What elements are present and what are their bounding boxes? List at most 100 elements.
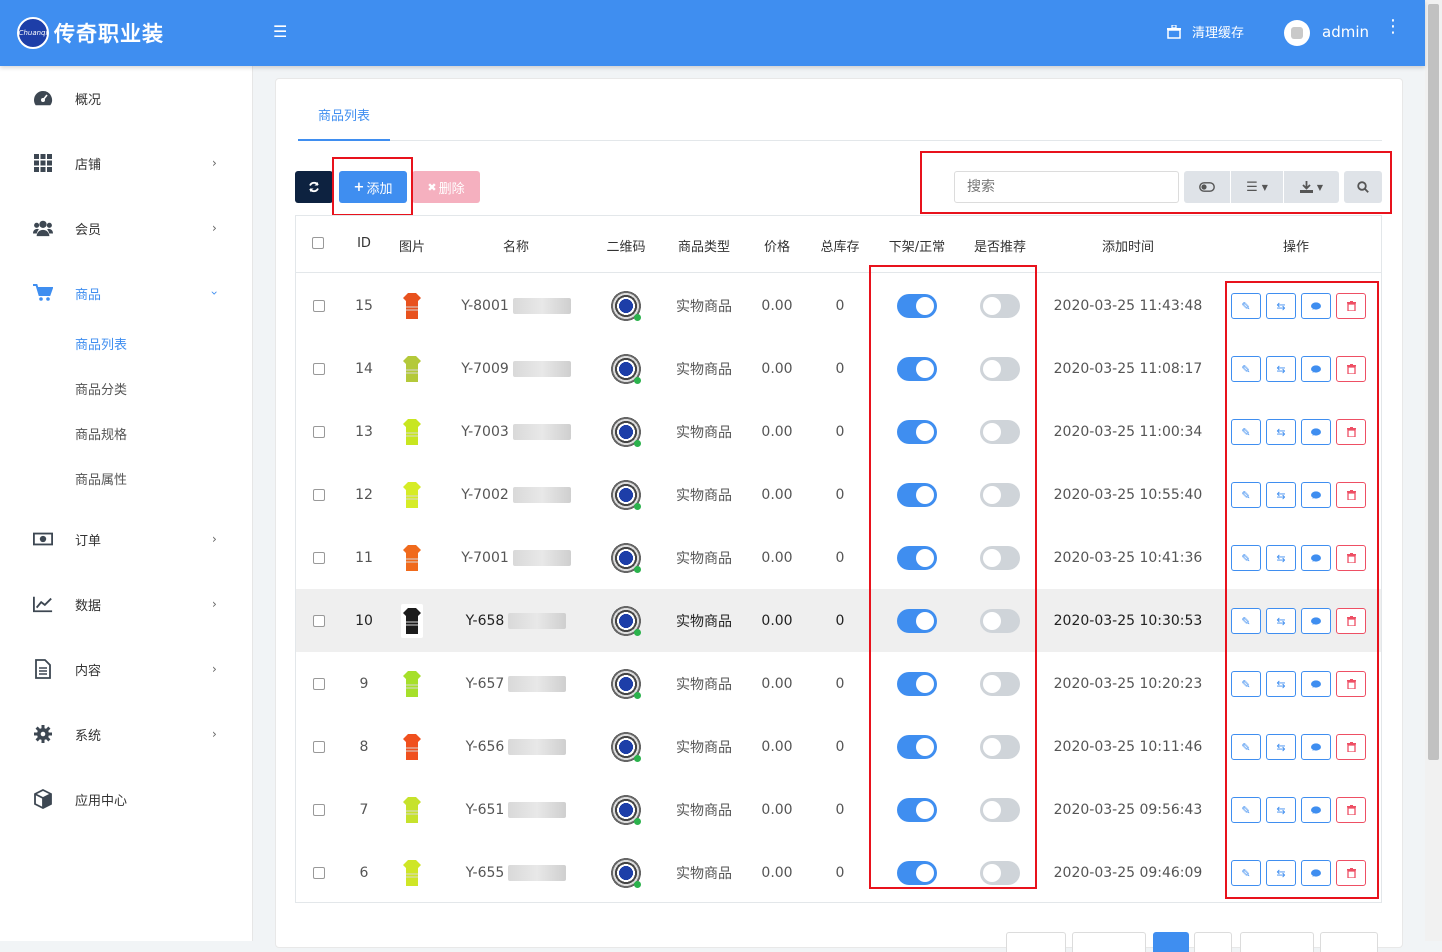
delete-row-button[interactable] (1336, 545, 1366, 571)
edit-button[interactable]: ✎ (1231, 545, 1261, 571)
row-checkbox[interactable] (312, 463, 326, 526)
sync-button[interactable]: ⇆ (1266, 860, 1296, 886)
tab-product-list[interactable]: 商品列表 (298, 99, 390, 141)
col-header-status[interactable]: 下架/正常 (878, 236, 956, 255)
sidebar-item-orders[interactable]: 订单 › (0, 519, 253, 559)
recommend-switch[interactable] (979, 463, 1021, 526)
sync-button[interactable]: ⇆ (1266, 419, 1296, 445)
sidebar-item-content[interactable]: 内容 › (0, 649, 253, 689)
qrcode-image[interactable] (606, 778, 646, 841)
qrcode-image[interactable] (606, 463, 646, 526)
sync-button[interactable]: ⇆ (1266, 671, 1296, 697)
qrcode-image[interactable] (606, 526, 646, 589)
product-image[interactable] (392, 841, 432, 904)
brand[interactable]: Chuanqi 传奇职业装 (0, 0, 252, 66)
delete-row-button[interactable] (1336, 293, 1366, 319)
row-checkbox[interactable] (312, 715, 326, 778)
delete-row-button[interactable] (1336, 797, 1366, 823)
comment-button[interactable] (1301, 293, 1331, 319)
qrcode-image[interactable] (606, 841, 646, 904)
status-switch[interactable] (896, 841, 938, 904)
recommend-switch[interactable] (979, 652, 1021, 715)
product-image[interactable] (392, 337, 432, 400)
col-header-stock[interactable]: 总库存 (810, 236, 870, 255)
comment-button[interactable] (1301, 797, 1331, 823)
comment-button[interactable] (1301, 419, 1331, 445)
row-checkbox[interactable] (312, 652, 326, 715)
qrcode-image[interactable] (606, 589, 646, 652)
qrcode-image[interactable] (606, 652, 646, 715)
recommend-switch[interactable] (979, 337, 1021, 400)
toggle-view-button[interactable] (1184, 171, 1230, 203)
qrcode-image[interactable] (606, 400, 646, 463)
product-image[interactable] (392, 274, 432, 337)
add-button[interactable]: + 添加 (339, 171, 407, 203)
row-checkbox[interactable] (312, 337, 326, 400)
status-switch[interactable] (896, 274, 938, 337)
clear-cache-button[interactable]: 清理缓存 (1166, 22, 1244, 41)
product-image[interactable] (392, 778, 432, 841)
qrcode-image[interactable] (606, 337, 646, 400)
sidebar-item-data[interactable]: 数据 › (0, 584, 253, 624)
pagination-current[interactable] (1153, 932, 1189, 952)
status-switch[interactable] (896, 526, 938, 589)
sidebar-subitem-product-attribute[interactable]: 商品属性 (75, 469, 127, 488)
avatar[interactable] (1284, 20, 1310, 46)
product-image[interactable] (392, 715, 432, 778)
product-name[interactable]: Y-651 (446, 778, 586, 841)
row-checkbox[interactable] (312, 589, 326, 652)
pagination-next[interactable] (1320, 932, 1378, 952)
edit-button[interactable]: ✎ (1231, 671, 1261, 697)
delete-row-button[interactable] (1336, 734, 1366, 760)
status-switch[interactable] (896, 715, 938, 778)
product-name[interactable]: Y-7001 (446, 526, 586, 589)
product-name[interactable]: Y-655 (446, 841, 586, 904)
row-checkbox[interactable] (312, 778, 326, 841)
comment-button[interactable] (1301, 671, 1331, 697)
edit-button[interactable]: ✎ (1231, 293, 1261, 319)
refresh-button[interactable] (295, 171, 333, 203)
col-header-recommend[interactable]: 是否推荐 (962, 236, 1038, 255)
product-image[interactable] (392, 526, 432, 589)
col-header-id[interactable]: ID (351, 236, 377, 251)
comment-button[interactable] (1301, 545, 1331, 571)
sidebar-item-members[interactable]: 会员 › (0, 208, 253, 248)
sidebar-subitem-product-spec[interactable]: 商品规格 (75, 424, 127, 443)
sidebar-item-app-center[interactable]: 应用中心 (0, 779, 253, 819)
columns-dropdown-button[interactable]: ☰ ▼ (1231, 171, 1283, 203)
product-name[interactable]: Y-656 (446, 715, 586, 778)
recommend-switch[interactable] (979, 715, 1021, 778)
sidebar-subitem-product-list[interactable]: 商品列表 (75, 334, 127, 353)
product-name[interactable]: Y-657 (446, 652, 586, 715)
product-image[interactable] (392, 652, 432, 715)
more-vertical-icon[interactable]: ⋮ (1384, 18, 1402, 36)
edit-button[interactable]: ✎ (1231, 482, 1261, 508)
edit-button[interactable]: ✎ (1231, 419, 1261, 445)
recommend-switch[interactable] (979, 526, 1021, 589)
comment-button[interactable] (1301, 734, 1331, 760)
pagination-item[interactable] (1194, 932, 1232, 952)
status-switch[interactable] (896, 337, 938, 400)
sync-button[interactable]: ⇆ (1266, 608, 1296, 634)
sync-button[interactable]: ⇆ (1266, 356, 1296, 382)
sidebar-item-store[interactable]: 店铺 › (0, 143, 253, 183)
status-switch[interactable] (896, 463, 938, 526)
recommend-switch[interactable] (979, 274, 1021, 337)
recommend-switch[interactable] (979, 841, 1021, 904)
status-switch[interactable] (896, 778, 938, 841)
delete-row-button[interactable] (1336, 608, 1366, 634)
sync-button[interactable]: ⇆ (1266, 545, 1296, 571)
sidebar-item-overview[interactable]: 概况 (0, 78, 253, 118)
edit-button[interactable]: ✎ (1231, 860, 1261, 886)
comment-button[interactable] (1301, 860, 1331, 886)
row-checkbox[interactable] (312, 841, 326, 904)
delete-row-button[interactable] (1336, 356, 1366, 382)
sync-button[interactable]: ⇆ (1266, 734, 1296, 760)
select-all-checkbox[interactable] (312, 237, 324, 249)
pagination-item[interactable] (1240, 932, 1314, 952)
comment-button[interactable] (1301, 356, 1331, 382)
sync-button[interactable]: ⇆ (1266, 797, 1296, 823)
col-header-time[interactable]: 添加时间 (1066, 236, 1190, 255)
pagination-item[interactable] (1072, 932, 1146, 952)
product-image[interactable] (392, 589, 432, 652)
